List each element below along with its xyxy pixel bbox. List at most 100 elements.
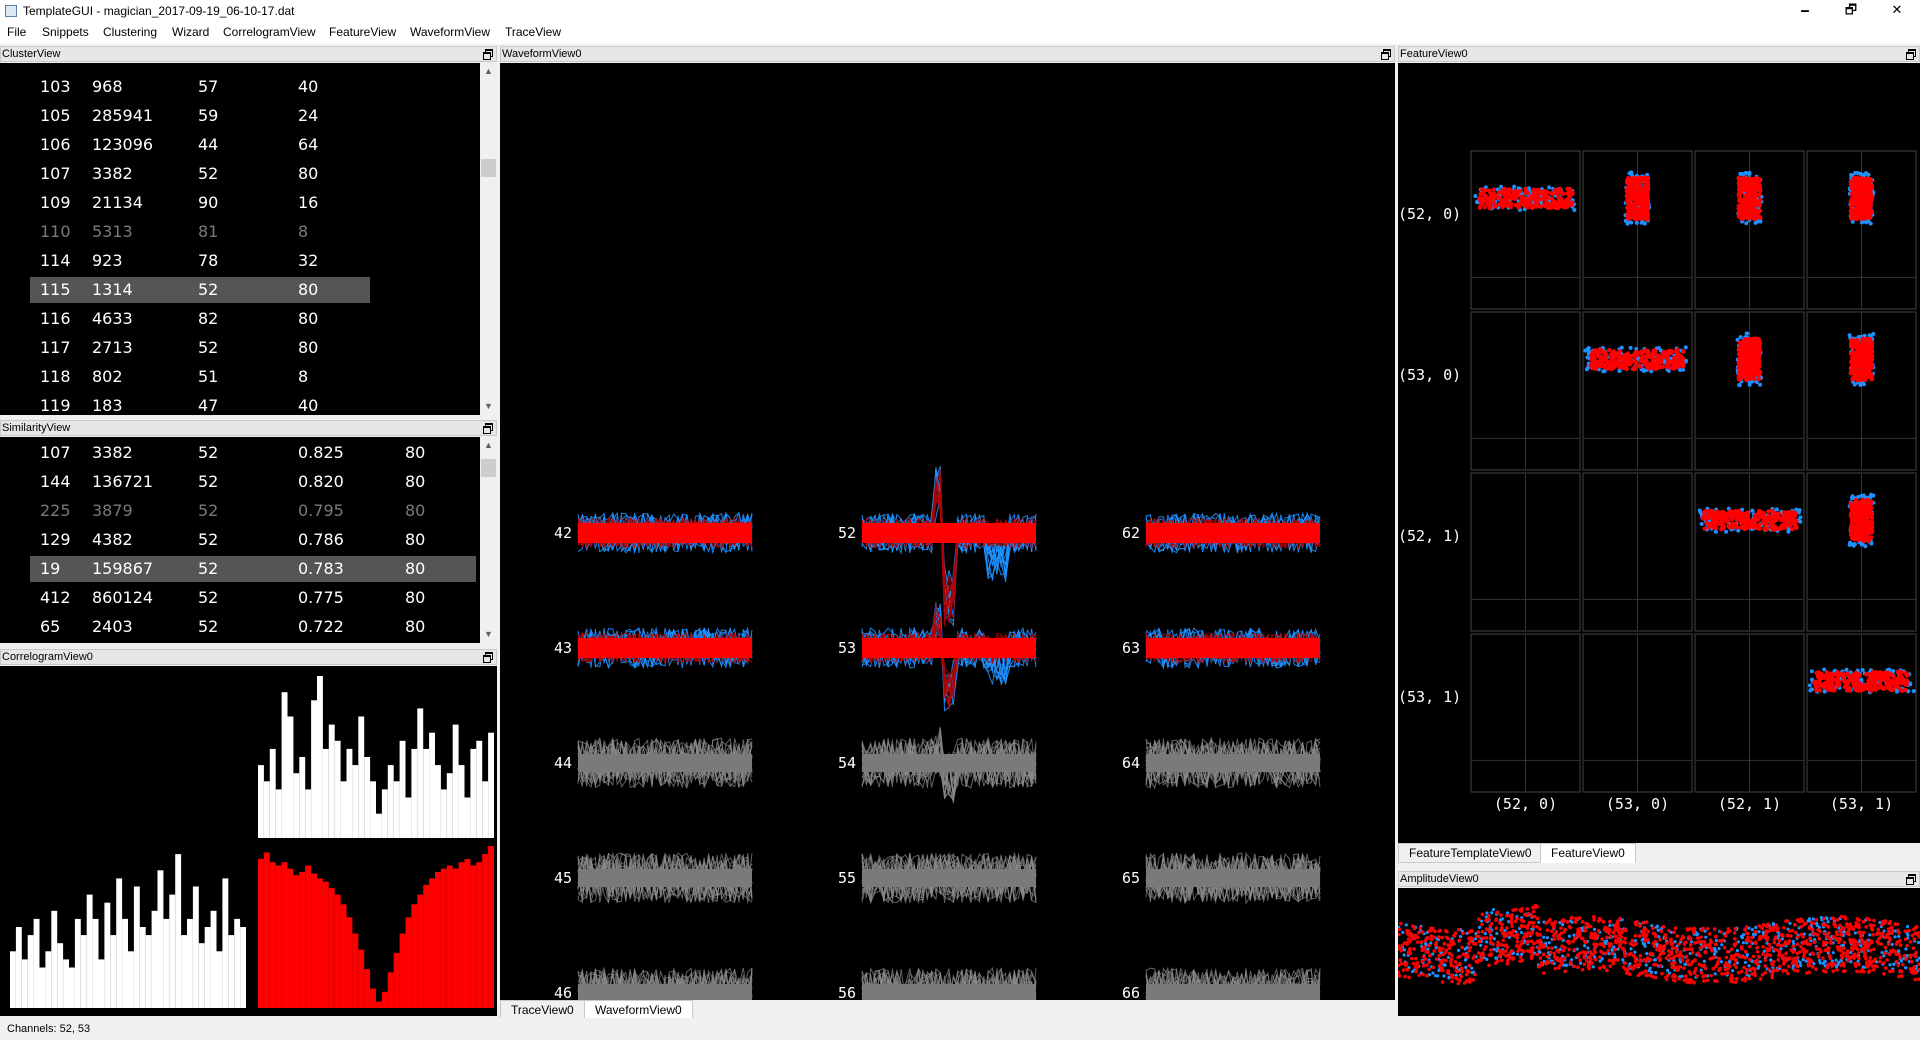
feature-point xyxy=(1676,352,1681,357)
table-row[interactable]: 105 285941 59 24 xyxy=(0,101,480,129)
feature-point xyxy=(1746,372,1751,377)
table-row[interactable]: 107 3382 52 80 xyxy=(0,159,480,187)
amplitude-point xyxy=(1458,934,1463,939)
float-icon[interactable] xyxy=(482,651,493,663)
correlogram-bar xyxy=(452,868,459,1008)
correlogram-bar xyxy=(476,740,483,838)
table-row[interactable]: 107 3382 52 0.825 80 xyxy=(0,438,480,466)
scroll-up-icon[interactable]: ▲ xyxy=(480,63,497,80)
maximize-button[interactable]: 🗗 xyxy=(1828,0,1874,22)
scrollbar-thumb[interactable] xyxy=(481,159,496,177)
menu-correlogramview[interactable]: CorrelogramView xyxy=(223,25,315,39)
waveform-view[interactable]: 42 43 44 45 46 52 53 54 55 56 62 63 64 65 66 xyxy=(500,63,1395,1000)
table-row[interactable]: 110 5313 81 8 xyxy=(0,217,480,245)
correlogram-bar xyxy=(128,951,134,1008)
correlogram-bar xyxy=(51,910,58,1008)
table-row[interactable]: 109 21134 90 16 xyxy=(0,188,480,216)
amplitude-point xyxy=(1578,958,1583,962)
amplitude-plot[interactable] xyxy=(1398,888,1920,1016)
scroll-down-icon[interactable]: ▼ xyxy=(480,626,497,643)
amplitude-point xyxy=(1579,961,1583,965)
menu-traceview[interactable]: TraceView xyxy=(505,25,561,39)
table-row[interactable]: 129 4382 52 0.786 80 xyxy=(0,525,480,553)
correlogram-view[interactable] xyxy=(0,666,497,1016)
menu-waveformview[interactable]: WaveformView xyxy=(410,25,490,39)
table-row[interactable]: 144 136721 52 0.820 80 xyxy=(0,467,480,495)
feature-point xyxy=(1752,366,1757,372)
close-button[interactable]: ✕ xyxy=(1874,0,1920,22)
feature-col-label: (53, 0) xyxy=(1606,795,1669,813)
feature-point xyxy=(1705,521,1711,527)
feature-view[interactable]: (52, 0) (53, 0) (52, 1) (53, 1) (52, 0) (53, … xyxy=(1398,63,1920,843)
float-icon[interactable] xyxy=(482,422,493,434)
feature-point xyxy=(1754,208,1759,213)
table-row[interactable]: 116 4633 82 80 xyxy=(0,304,480,332)
amplitude-point xyxy=(1567,934,1572,938)
float-icon[interactable] xyxy=(482,48,493,60)
menu-file[interactable]: File xyxy=(7,25,26,39)
amplitude-point xyxy=(1903,929,1908,933)
feature-point xyxy=(1681,349,1686,354)
amplitude-point xyxy=(1554,945,1558,949)
feature-point xyxy=(1637,195,1643,200)
correlogram-bar xyxy=(328,888,335,1008)
menu-snippets[interactable]: Snippets xyxy=(42,25,89,39)
correlogram-bar xyxy=(305,865,312,1008)
menu-wizard[interactable]: Wizard xyxy=(172,25,209,39)
table-row[interactable]: 412 860124 52 0.775 80 xyxy=(0,583,480,611)
feature-point xyxy=(1539,189,1544,195)
table-row[interactable]: 117 2713 52 80 xyxy=(0,333,480,361)
cell-amp: 8 xyxy=(298,367,309,386)
table-row[interactable]: 114 923 78 32 xyxy=(0,246,480,274)
waveform-plot[interactable]: 424344454652535455566263646566 xyxy=(500,63,1395,1000)
table-row[interactable]: 65 2403 52 0.722 80 xyxy=(0,612,480,640)
amplitude-point xyxy=(1751,954,1756,959)
feature-point xyxy=(1526,197,1531,203)
table-row[interactable]: 119 183 47 40 xyxy=(0,391,480,415)
feature-point xyxy=(1774,507,1779,512)
table-row[interactable]: 225 3879 52 0.795 80 xyxy=(0,496,480,524)
tab-waveformview0[interactable]: WaveformView0 xyxy=(584,1000,693,1020)
feature-point xyxy=(1601,349,1606,354)
feature-point xyxy=(1523,186,1528,192)
tab-featureview0[interactable]: FeatureView0 xyxy=(1540,843,1636,863)
table-row[interactable]: 19 159867 52 0.783 80 xyxy=(0,554,480,582)
cell-n: 21134 xyxy=(92,193,143,212)
feature-point xyxy=(1601,364,1607,369)
tab-traceview0[interactable]: TraceView0 xyxy=(500,1000,585,1020)
float-icon[interactable] xyxy=(1905,48,1916,60)
table-row[interactable]: 103 968 57 40 xyxy=(0,72,480,100)
amplitude-view[interactable] xyxy=(1398,888,1920,1016)
similarity-view-scrollbar[interactable]: ▲ ▼ xyxy=(480,437,497,643)
correlogram-plot[interactable] xyxy=(0,666,497,1016)
minimize-button[interactable]: 🗕 xyxy=(1782,0,1828,22)
float-icon[interactable] xyxy=(1380,48,1391,60)
scroll-down-icon[interactable]: ▼ xyxy=(480,398,497,415)
feature-point xyxy=(1757,511,1762,516)
float-icon[interactable] xyxy=(1905,873,1916,885)
scrollbar-thumb[interactable] xyxy=(481,459,496,477)
cell-amp: 24 xyxy=(298,106,319,125)
cell-ch: 52 xyxy=(198,164,219,183)
menu-featureview[interactable]: FeatureView xyxy=(329,25,396,39)
amplitude-point xyxy=(1566,953,1570,957)
feature-point xyxy=(1589,353,1594,358)
correlogram-bar xyxy=(340,904,347,1008)
table-row[interactable]: 106 123096 44 64 xyxy=(0,130,480,158)
table-row[interactable]: 118 802 51 8 xyxy=(0,362,480,390)
feature-point xyxy=(1641,215,1646,221)
feature-point xyxy=(1868,352,1873,357)
feature-point xyxy=(1863,171,1868,176)
cell-amp: 80 xyxy=(405,617,426,636)
feature-point xyxy=(1893,683,1899,688)
cluster-view-scrollbar[interactable]: ▲ ▼ xyxy=(480,63,497,415)
feature-plot[interactable]: (52, 0)(53, 0)(52, 1)(53, 1)(52, 0) (53, … xyxy=(1398,63,1920,843)
scroll-up-icon[interactable]: ▲ xyxy=(480,437,497,454)
table-row[interactable]: 115 1314 52 80 xyxy=(0,275,480,303)
menu-clustering[interactable]: Clustering xyxy=(103,25,157,39)
waveform-mean-band xyxy=(578,638,752,658)
feature-point xyxy=(1798,515,1803,520)
tab-featuretemplateview0[interactable]: FeatureTemplateView0 xyxy=(1398,843,1543,863)
correlogram-bar xyxy=(293,875,300,1008)
amplitude-point xyxy=(1419,940,1424,944)
